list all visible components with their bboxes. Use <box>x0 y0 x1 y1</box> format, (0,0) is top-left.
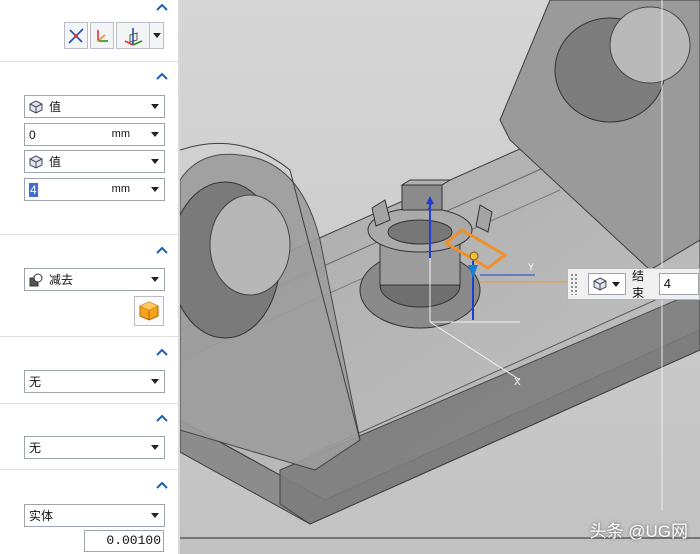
end-label: 结束 <box>631 269 644 300</box>
chevron-down-icon <box>151 159 159 164</box>
chevron-down-icon <box>151 132 159 137</box>
section-divider <box>0 469 178 470</box>
end-distance-unit: mm <box>111 183 130 195</box>
offset-option-label: 无 <box>29 441 42 455</box>
end-value-input[interactable]: 4 <box>658 273 699 295</box>
chevron-up-icon <box>156 3 168 11</box>
start-option-select[interactable]: 值 <box>24 95 165 118</box>
point-triad-icon <box>124 27 143 46</box>
extrude-dialog-panel: 值 0 mm 值 4 mm 减去 无 无 实体 0.00100 <box>0 0 178 554</box>
tolerance-input[interactable]: 0.00100 <box>84 530 164 552</box>
chevron-up-icon <box>156 481 168 489</box>
chevron-down-icon <box>152 32 161 38</box>
point-triad-button[interactable] <box>116 22 150 49</box>
chevron-down-icon <box>151 513 159 518</box>
boolean-option-label: 减去 <box>49 273 74 287</box>
collapse-section-direction[interactable] <box>156 2 168 12</box>
value-cube-icon <box>593 277 607 291</box>
collapse-section-boolean[interactable] <box>156 245 168 255</box>
draft-select[interactable]: 无 <box>24 370 165 393</box>
body-type-select[interactable]: 实体 <box>24 504 165 527</box>
collapse-section-draft[interactable] <box>156 347 168 357</box>
chevron-down-icon <box>151 104 159 109</box>
end-distance-field[interactable]: 4 mm <box>24 178 165 201</box>
end-option-mini-select[interactable] <box>587 273 626 295</box>
chevron-down-icon <box>151 445 159 450</box>
section-divider <box>0 403 178 404</box>
value-cube-icon <box>29 154 43 169</box>
csys-icon <box>97 29 108 42</box>
chevron-up-icon <box>156 348 168 356</box>
solid-body-icon <box>139 301 159 321</box>
draft-option-label: 无 <box>29 375 42 389</box>
chevron-up-icon <box>156 246 168 254</box>
start-distance-field[interactable]: 0 mm <box>24 123 165 146</box>
chevron-up-icon <box>156 72 168 80</box>
select-body-button[interactable] <box>134 296 164 326</box>
chevron-down-icon <box>151 277 159 282</box>
collapse-section-settings[interactable] <box>156 480 168 490</box>
offset-select[interactable]: 无 <box>24 436 165 459</box>
svg-text:Z: Z <box>427 202 433 212</box>
end-distance-handle-widget: 结束 4 <box>567 268 700 300</box>
collapse-section-limits[interactable] <box>156 71 168 81</box>
section-divider <box>0 61 178 62</box>
start-distance-unit: mm <box>111 128 130 140</box>
drag-grip-icon[interactable] <box>570 273 578 295</box>
direction-dropdown-button[interactable] <box>150 22 164 49</box>
csys-button[interactable] <box>90 22 114 49</box>
svg-text:Y: Y <box>528 262 534 272</box>
body-type-label: 实体 <box>29 509 54 523</box>
start-option-label: 值 <box>49 100 62 114</box>
subtract-icon <box>29 273 43 286</box>
chevron-down-icon <box>611 282 620 287</box>
end-option-label: 值 <box>49 155 62 169</box>
svg-text:X: X <box>514 377 521 388</box>
section-divider <box>0 336 178 337</box>
boolean-select[interactable]: 减去 <box>24 268 165 291</box>
value-cube-icon <box>29 99 43 114</box>
chevron-up-icon <box>156 414 168 422</box>
snap-vector-icon <box>68 27 84 44</box>
chevron-down-icon <box>151 187 159 192</box>
chevron-down-icon <box>151 379 159 384</box>
end-option-select[interactable]: 值 <box>24 150 165 173</box>
snap-vector-button[interactable] <box>64 22 88 49</box>
end-distance-value[interactable]: 4 <box>29 182 38 197</box>
section-divider <box>0 234 178 235</box>
watermark: 头条 @UG网 <box>589 522 688 541</box>
collapse-section-offset[interactable] <box>156 413 168 423</box>
start-distance-value[interactable]: 0 <box>29 128 36 142</box>
